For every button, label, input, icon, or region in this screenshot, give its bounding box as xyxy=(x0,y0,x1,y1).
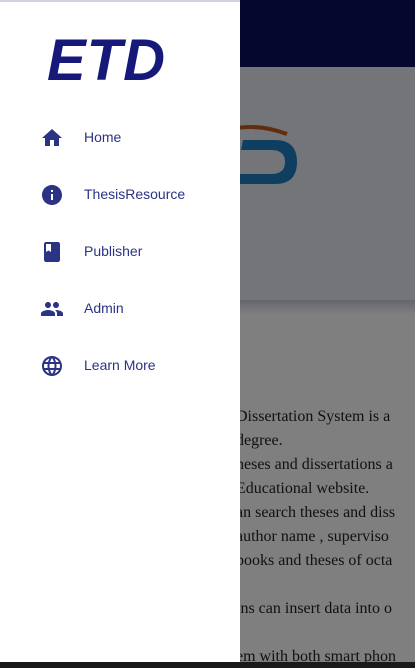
book-icon xyxy=(40,240,64,264)
drawer-item-admin[interactable]: Admin xyxy=(0,281,240,338)
drawer-item-home[interactable]: Home xyxy=(0,110,240,167)
globe-icon xyxy=(40,354,64,378)
home-icon xyxy=(40,126,64,150)
drawer-item-thesisresource[interactable]: ThesisResource xyxy=(0,167,240,224)
drawer-item-label: Home xyxy=(84,129,122,145)
info-icon xyxy=(40,183,64,207)
drawer-item-label: Learn More xyxy=(84,357,156,373)
drawer-item-publisher[interactable]: Publisher xyxy=(0,224,240,281)
drawer-item-learn-more[interactable]: Learn More xyxy=(0,338,240,395)
people-icon xyxy=(40,297,64,321)
drawer-menu: Home ThesisResource Publisher Admin Lear… xyxy=(0,110,240,395)
drawer-item-label: ThesisResource xyxy=(84,186,186,202)
drawer-item-label: Publisher xyxy=(84,243,143,259)
drawer-item-label: Admin xyxy=(84,300,124,316)
navigation-drawer: ETD Home ThesisResource Publisher Admin xyxy=(0,0,240,662)
bottom-edge xyxy=(0,662,415,668)
brand-title[interactable]: ETD xyxy=(47,28,166,94)
